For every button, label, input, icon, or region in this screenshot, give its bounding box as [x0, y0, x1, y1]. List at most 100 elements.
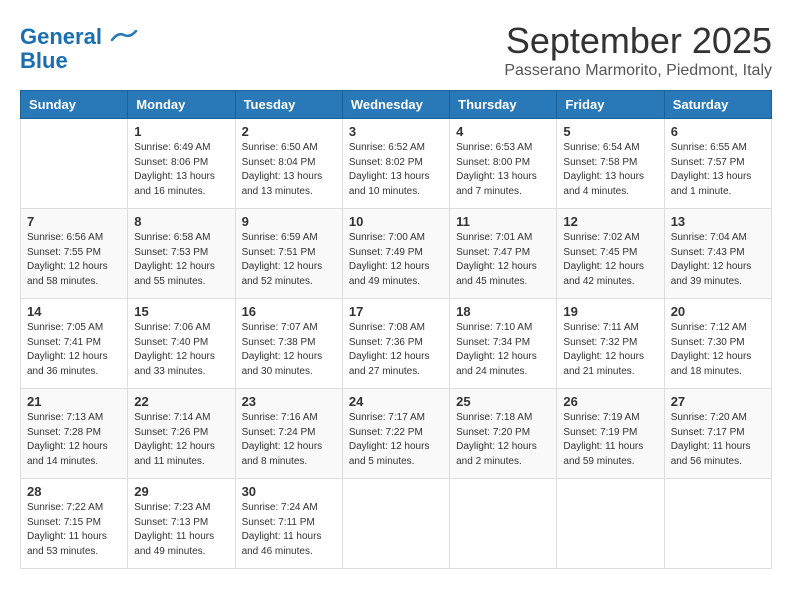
day-number: 12 [563, 214, 657, 229]
calendar-cell: 10 Sunrise: 7:00 AM Sunset: 7:49 PM Dayli… [342, 209, 449, 299]
day-info: Sunrise: 7:14 AM Sunset: 7:26 PM Dayligh… [134, 411, 228, 469]
calendar-cell [557, 479, 664, 569]
calendar-cell: 8Sunrise: 6:58 AM Sunset: 7:53 PM Daylig… [128, 209, 235, 299]
location: Passerano Marmorito, Piedmont, Italy [504, 62, 772, 80]
title-block: September 2025 Passerano Marmorito, Pied… [504, 20, 772, 80]
weekday-header-sunday: Sunday [21, 91, 128, 119]
week-row-2: 7Sunrise: 6:56 AM Sunset: 7:55 PM Daylig… [21, 209, 772, 299]
calendar-cell: 13 Sunrise: 7:04 AM Sunset: 7:43 PM Dayli… [664, 209, 771, 299]
day-number: 3 [349, 124, 443, 139]
day-number: 19 [563, 304, 657, 319]
day-number: 16 [242, 304, 336, 319]
logo: General Blue [20, 25, 138, 73]
day-number: 4 [456, 124, 550, 139]
calendar-cell: 3Sunrise: 6:52 AM Sunset: 8:02 PM Daylig… [342, 119, 449, 209]
day-info: Sunrise: 7:20 AM Sunset: 7:17 PM Dayligh… [671, 411, 765, 469]
calendar-cell: 28 Sunrise: 7:22 AM Sunset: 7:15 PM Dayli… [21, 479, 128, 569]
day-number: 6 [671, 124, 765, 139]
day-number: 18 [456, 304, 550, 319]
day-info: Sunrise: 7:05 AM Sunset: 7:41 PM Dayligh… [27, 321, 121, 379]
day-number: 13 [671, 214, 765, 229]
day-number: 29 [134, 484, 228, 499]
week-row-5: 28 Sunrise: 7:22 AM Sunset: 7:15 PM Dayli… [21, 479, 772, 569]
calendar-cell: 15 Sunrise: 7:06 AM Sunset: 7:40 PM Dayli… [128, 299, 235, 389]
day-info: Sunrise: 7:04 AM Sunset: 7:43 PM Dayligh… [671, 231, 765, 289]
calendar-cell: 24 Sunrise: 7:17 AM Sunset: 7:22 PM Dayli… [342, 389, 449, 479]
calendar-cell: 12 Sunrise: 7:02 AM Sunset: 7:45 PM Dayli… [557, 209, 664, 299]
day-info: Sunrise: 7:19 AM Sunset: 7:19 PM Dayligh… [563, 411, 657, 469]
logo-blue: Blue [20, 49, 68, 73]
day-info: Sunrise: 6:56 AM Sunset: 7:55 PM Dayligh… [27, 231, 121, 289]
calendar-table: SundayMondayTuesdayWednesdayThursdayFrid… [20, 90, 772, 569]
month-title: September 2025 [504, 20, 772, 62]
day-info: Sunrise: 6:50 AM Sunset: 8:04 PM Dayligh… [242, 141, 336, 199]
day-info: Sunrise: 6:55 AM Sunset: 7:57 PM Dayligh… [671, 141, 765, 199]
day-number: 10 [349, 214, 443, 229]
day-info: Sunrise: 7:17 AM Sunset: 7:22 PM Dayligh… [349, 411, 443, 469]
day-info: Sunrise: 7:07 AM Sunset: 7:38 PM Dayligh… [242, 321, 336, 379]
day-number: 21 [27, 394, 121, 409]
weekday-header-monday: Monday [128, 91, 235, 119]
calendar-cell: 1Sunrise: 6:49 AM Sunset: 8:06 PM Daylig… [128, 119, 235, 209]
day-number: 30 [242, 484, 336, 499]
calendar-cell: 2 Sunrise: 6:50 AM Sunset: 8:04 PM Daylig… [235, 119, 342, 209]
weekday-header-tuesday: Tuesday [235, 91, 342, 119]
day-number: 14 [27, 304, 121, 319]
day-number: 23 [242, 394, 336, 409]
calendar-cell: 25 Sunrise: 7:18 AM Sunset: 7:20 PM Dayli… [450, 389, 557, 479]
weekday-header-friday: Friday [557, 91, 664, 119]
calendar-cell: 26Sunrise: 7:19 AM Sunset: 7:19 PM Dayli… [557, 389, 664, 479]
day-info: Sunrise: 7:16 AM Sunset: 7:24 PM Dayligh… [242, 411, 336, 469]
calendar-cell: 14 Sunrise: 7:05 AM Sunset: 7:41 PM Dayli… [21, 299, 128, 389]
day-number: 24 [349, 394, 443, 409]
calendar-cell: 4Sunrise: 6:53 AM Sunset: 8:00 PM Daylig… [450, 119, 557, 209]
weekday-header-wednesday: Wednesday [342, 91, 449, 119]
weekday-header-saturday: Saturday [664, 91, 771, 119]
calendar-cell: 9 Sunrise: 6:59 AM Sunset: 7:51 PM Daylig… [235, 209, 342, 299]
calendar-cell: 7Sunrise: 6:56 AM Sunset: 7:55 PM Daylig… [21, 209, 128, 299]
day-info: Sunrise: 7:12 AM Sunset: 7:30 PM Dayligh… [671, 321, 765, 379]
day-number: 2 [242, 124, 336, 139]
week-row-1: 1Sunrise: 6:49 AM Sunset: 8:06 PM Daylig… [21, 119, 772, 209]
day-info: Sunrise: 7:02 AM Sunset: 7:45 PM Dayligh… [563, 231, 657, 289]
day-info: Sunrise: 7:22 AM Sunset: 7:15 PM Dayligh… [27, 501, 121, 559]
day-info: Sunrise: 7:23 AM Sunset: 7:13 PM Dayligh… [134, 501, 228, 559]
calendar-cell: 29 Sunrise: 7:23 AM Sunset: 7:13 PM Dayli… [128, 479, 235, 569]
calendar-cell: 16 Sunrise: 7:07 AM Sunset: 7:38 PM Dayli… [235, 299, 342, 389]
day-number: 28 [27, 484, 121, 499]
day-number: 15 [134, 304, 228, 319]
day-number: 11 [456, 214, 550, 229]
day-info: Sunrise: 7:00 AM Sunset: 7:49 PM Dayligh… [349, 231, 443, 289]
day-info: Sunrise: 7:18 AM Sunset: 7:20 PM Dayligh… [456, 411, 550, 469]
day-info: Sunrise: 7:01 AM Sunset: 7:47 PM Dayligh… [456, 231, 550, 289]
day-info: Sunrise: 7:08 AM Sunset: 7:36 PM Dayligh… [349, 321, 443, 379]
day-info: Sunrise: 7:13 AM Sunset: 7:28 PM Dayligh… [27, 411, 121, 469]
calendar-cell [450, 479, 557, 569]
day-number: 22 [134, 394, 228, 409]
day-number: 25 [456, 394, 550, 409]
day-number: 17 [349, 304, 443, 319]
logo-text: General [20, 25, 138, 49]
calendar-cell: 23 Sunrise: 7:16 AM Sunset: 7:24 PM Dayli… [235, 389, 342, 479]
calendar-cell: 5Sunrise: 6:54 AM Sunset: 7:58 PM Daylig… [557, 119, 664, 209]
day-number: 9 [242, 214, 336, 229]
week-row-4: 21 Sunrise: 7:13 AM Sunset: 7:28 PM Dayli… [21, 389, 772, 479]
page-header: General Blue September 2025 Passerano Ma… [20, 20, 772, 80]
calendar-cell [342, 479, 449, 569]
calendar-cell: 11 Sunrise: 7:01 AM Sunset: 7:47 PM Dayli… [450, 209, 557, 299]
week-row-3: 14 Sunrise: 7:05 AM Sunset: 7:41 PM Dayli… [21, 299, 772, 389]
logo-bird-icon [110, 30, 138, 46]
day-info: Sunrise: 6:58 AM Sunset: 7:53 PM Dayligh… [134, 231, 228, 289]
day-info: Sunrise: 6:54 AM Sunset: 7:58 PM Dayligh… [563, 141, 657, 199]
day-info: Sunrise: 6:59 AM Sunset: 7:51 PM Dayligh… [242, 231, 336, 289]
calendar-cell: 30Sunrise: 7:24 AM Sunset: 7:11 PM Dayli… [235, 479, 342, 569]
calendar-cell: 17 Sunrise: 7:08 AM Sunset: 7:36 PM Dayli… [342, 299, 449, 389]
day-info: Sunrise: 7:06 AM Sunset: 7:40 PM Dayligh… [134, 321, 228, 379]
day-number: 1 [134, 124, 228, 139]
weekday-header-thursday: Thursday [450, 91, 557, 119]
day-info: Sunrise: 7:10 AM Sunset: 7:34 PM Dayligh… [456, 321, 550, 379]
calendar-cell: 19Sunrise: 7:11 AM Sunset: 7:32 PM Dayli… [557, 299, 664, 389]
day-number: 20 [671, 304, 765, 319]
calendar-cell: 20 Sunrise: 7:12 AM Sunset: 7:30 PM Dayli… [664, 299, 771, 389]
calendar-cell [21, 119, 128, 209]
